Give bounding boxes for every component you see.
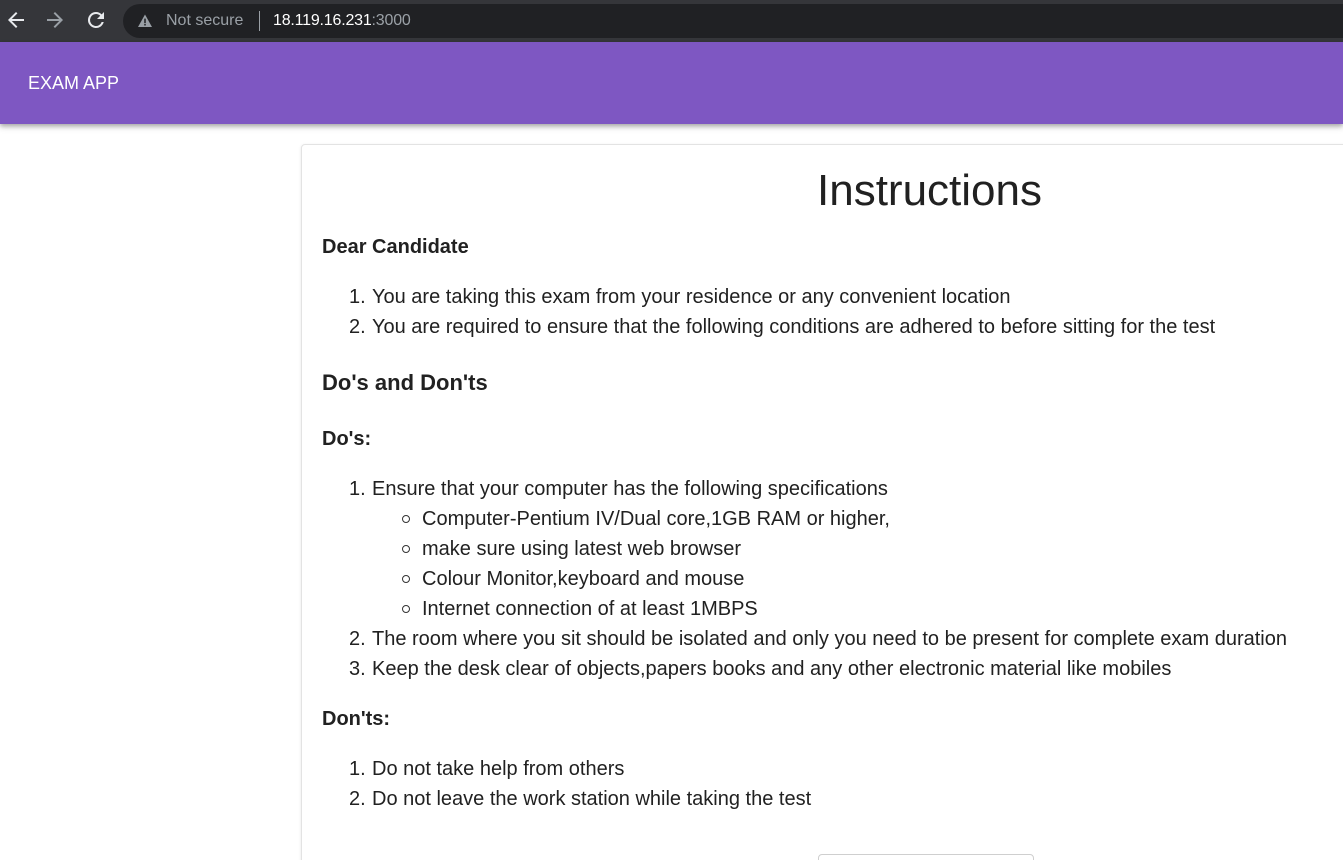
- donts-item: Do not take help from others: [372, 758, 625, 780]
- browser-toolbar: Not secure 18.119.16.231:3000: [0, 0, 1343, 42]
- bullet-icon: [402, 515, 410, 523]
- address-bar[interactable]: Not secure 18.119.16.231:3000: [123, 4, 1343, 38]
- dos-item: Keep the desk clear of objects,papers bo…: [372, 658, 1172, 680]
- donts-heading: Don'ts:: [322, 708, 391, 730]
- start-exam-button[interactable]: [818, 854, 1034, 860]
- bullet-icon: [402, 605, 410, 613]
- bullet-icon: [402, 575, 410, 583]
- greeting: Dear Candidate: [322, 236, 469, 258]
- list-number: 1.: [349, 286, 366, 308]
- not-secure-label[interactable]: Not secure: [166, 12, 243, 30]
- dos-heading: Do's:: [322, 428, 372, 450]
- warning-icon[interactable]: [137, 13, 153, 29]
- dos-item: Ensure that your computer has the follow…: [372, 478, 888, 500]
- section-heading: Do's and Don'ts: [322, 370, 488, 395]
- url-divider: [259, 11, 260, 31]
- url-text[interactable]: 18.119.16.231:3000: [273, 12, 411, 30]
- dos-item: The room where you sit should be isolate…: [372, 628, 1287, 650]
- instructions-card: Instructions Dear Candidate 1. You are t…: [301, 144, 1343, 860]
- list-number: 3.: [349, 658, 366, 680]
- url-port: :3000: [371, 12, 411, 29]
- url-host: 18.119.16.231: [273, 12, 372, 29]
- spec-item: make sure using latest web browser: [422, 538, 742, 560]
- intro-item: You are required to ensure that the foll…: [372, 316, 1216, 338]
- intro-item: You are taking this exam from your resid…: [372, 286, 1011, 308]
- list-number: 2.: [349, 316, 366, 338]
- app-header: EXAM APP: [0, 42, 1343, 124]
- list-number: 2.: [349, 628, 366, 650]
- spec-item: Internet connection of at least 1MBPS: [422, 598, 758, 620]
- spec-item: Colour Monitor,keyboard and mouse: [422, 568, 745, 590]
- list-number: 1.: [349, 478, 366, 500]
- page-title: Instructions: [817, 166, 1042, 215]
- list-number: 2.: [349, 788, 366, 810]
- list-number: 1.: [349, 758, 366, 780]
- donts-item: Do not leave the work station while taki…: [372, 788, 812, 810]
- back-arrow-icon[interactable]: [4, 8, 28, 32]
- reload-icon[interactable]: [84, 8, 108, 32]
- bullet-icon: [402, 545, 410, 553]
- spec-item: Computer-Pentium IV/Dual core,1GB RAM or…: [422, 508, 890, 530]
- forward-arrow-icon[interactable]: [43, 8, 67, 32]
- app-title[interactable]: EXAM APP: [28, 73, 119, 93]
